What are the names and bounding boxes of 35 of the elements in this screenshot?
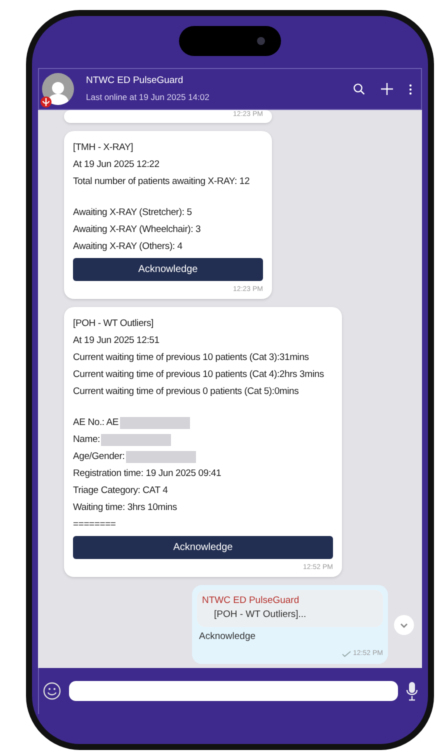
message-text: Awaiting X-RAY (Stretcher): 5	[73, 206, 192, 220]
message-input[interactable]	[69, 681, 398, 701]
message-text: Awaiting X-RAY (Others): 4	[73, 240, 182, 254]
message-text: [POH - WT Outliers]	[73, 317, 154, 331]
message-text: Awaiting X-RAY (Wheelchair): 3	[73, 223, 201, 237]
message-text: ========	[73, 518, 116, 532]
acknowledge-button[interactable]: Acknowledge	[73, 258, 263, 281]
message-text: [TMH - X-RAY]	[73, 141, 134, 155]
message-text: Name:	[73, 433, 100, 447]
emoji-icon[interactable]	[43, 682, 61, 700]
search-icon[interactable]	[353, 83, 365, 95]
message-text: Registration time: 19 Jun 2025 09:41	[73, 467, 222, 481]
more-icon[interactable]	[409, 84, 412, 94]
message-text: Acknowledge	[199, 630, 257, 644]
badge-icon	[40, 96, 52, 108]
message-text: At 19 Jun 2025 12:51	[73, 334, 160, 348]
quoted-author: NTWC ED PulseGuard	[202, 594, 300, 608]
plus-icon[interactable]	[381, 83, 393, 95]
message-text: Current waiting time of previous 0 patients (Cat 5):0mins	[73, 385, 299, 399]
microphone-icon[interactable]	[406, 681, 418, 701]
chat-title: NTWC ED PulseGuard	[86, 74, 184, 88]
message-text: Waiting time: 3hrs 10mins	[73, 501, 177, 515]
scroll-down-button[interactable]	[394, 615, 414, 635]
chevron-down-icon	[400, 622, 408, 628]
message-text: Total number of patients awaiting X-RAY: 12	[73, 175, 250, 189]
message-text: Age/Gender:	[73, 450, 125, 464]
acknowledge-button[interactable]: Acknowledge	[73, 536, 333, 559]
message-text: Current waiting time of previous 10 patients (Cat 4):2hrs 3mins	[73, 368, 324, 382]
quoted-text: [POH - WT Outliers]...	[213, 608, 308, 622]
message-text: AE No.: AE	[73, 416, 119, 430]
message-text: At 19 Jun 2025 12:22	[73, 158, 160, 172]
chat-status: Last online at 19 Jun 2025 14:02	[86, 91, 210, 104]
message-text: Current waiting time of previous 10 patients (Cat 3):31mins	[73, 351, 309, 365]
message-text: Triage Category: CAT 4	[73, 484, 168, 498]
avatar-icon	[42, 73, 74, 105]
